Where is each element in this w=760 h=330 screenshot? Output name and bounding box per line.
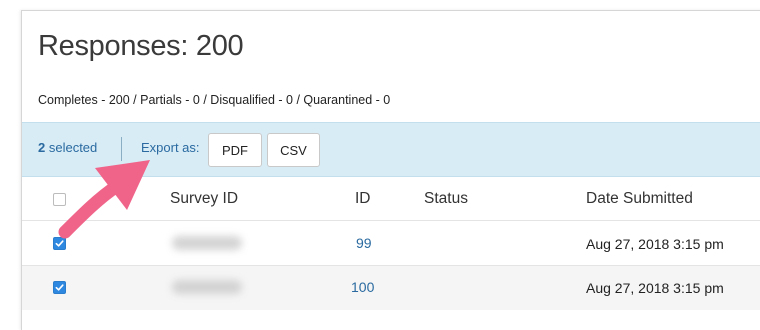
- col-header-date-submitted[interactable]: Date Submitted: [586, 190, 693, 208]
- response-id-link[interactable]: 99: [356, 235, 372, 251]
- col-header-survey-id[interactable]: Survey ID: [170, 190, 238, 208]
- checkmark-icon: [55, 284, 64, 291]
- pointer-arrow-icon: [58, 160, 150, 239]
- export-pdf-button[interactable]: PDF: [208, 133, 262, 167]
- col-header-status[interactable]: Status: [424, 190, 468, 208]
- redacted-survey-id: [172, 280, 242, 294]
- date-submitted: Aug 27, 2018 3:15 pm: [586, 236, 724, 252]
- response-id-link[interactable]: 100: [351, 279, 374, 295]
- row-checkbox[interactable]: [53, 281, 66, 294]
- date-submitted: Aug 27, 2018 3:15 pm: [586, 280, 724, 296]
- row-divider: [22, 265, 760, 266]
- col-header-id[interactable]: ID: [355, 190, 371, 208]
- page-title: Responses: 200: [38, 30, 244, 62]
- redacted-survey-id: [172, 236, 242, 250]
- export-csv-button[interactable]: CSV: [267, 133, 320, 167]
- response-summary: Completes - 200 / Partials - 0 / Disqual…: [38, 93, 391, 107]
